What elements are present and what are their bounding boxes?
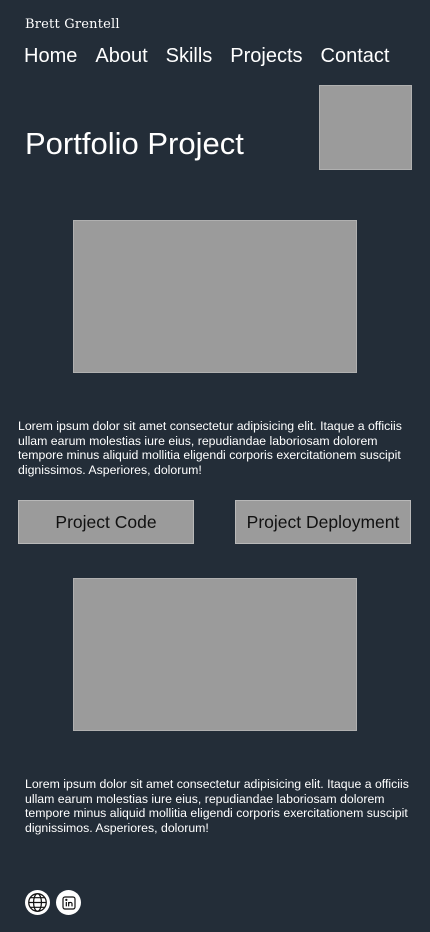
social-links — [25, 890, 81, 915]
main-nav: Home About Skills Projects Contact — [24, 45, 389, 68]
hero-image-placeholder — [319, 85, 412, 170]
page-title: Portfolio Project — [25, 126, 244, 161]
project-description-2: Lorem ipsum dolor sit amet consectetur a… — [25, 777, 409, 835]
project-image-2 — [73, 578, 357, 731]
nav-item-about[interactable]: About — [95, 45, 147, 68]
globe-icon[interactable] — [25, 890, 50, 915]
nav-item-projects[interactable]: Projects — [230, 45, 302, 68]
brand-name: Brett Grentell — [25, 17, 120, 32]
project-description-1: Lorem ipsum dolor sit amet consectetur a… — [18, 419, 402, 477]
nav-item-skills[interactable]: Skills — [166, 45, 213, 68]
project-deployment-button[interactable]: Project Deployment — [235, 500, 411, 544]
project-image-1 — [73, 220, 357, 373]
nav-item-home[interactable]: Home — [24, 45, 77, 68]
nav-item-contact[interactable]: Contact — [321, 45, 390, 68]
project-code-button[interactable]: Project Code — [18, 500, 194, 544]
linkedin-icon[interactable] — [56, 890, 81, 915]
